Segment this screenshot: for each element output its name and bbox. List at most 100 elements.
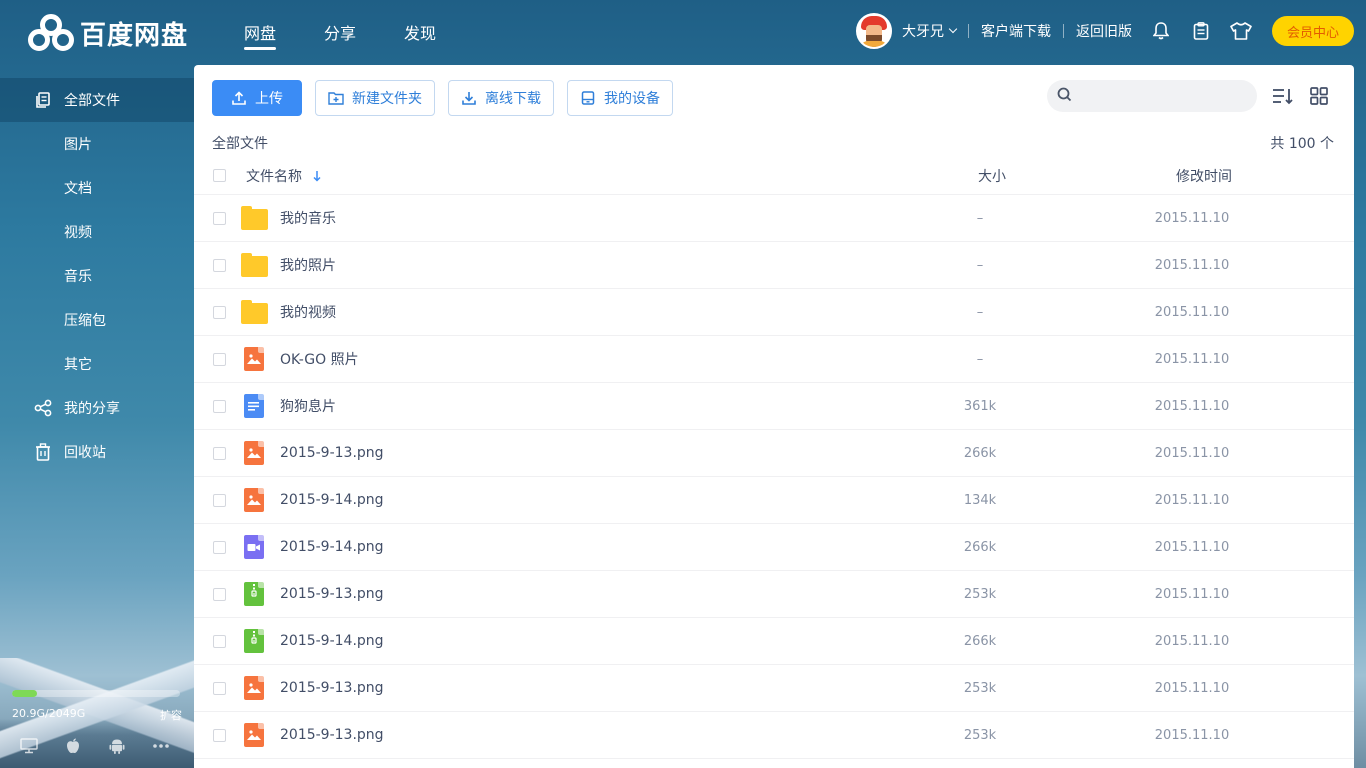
- name-column-header[interactable]: 文件名称: [246, 166, 886, 186]
- table-row[interactable]: 2015-9-14.png 266k 2015.11.10: [194, 618, 1354, 665]
- vip-center-button[interactable]: 会员中心: [1272, 16, 1354, 46]
- sidebar-item-music[interactable]: 音乐: [0, 254, 194, 298]
- table-row[interactable]: OK-GO 照片 – 2015.11.10: [194, 336, 1354, 383]
- grid-view-icon[interactable]: [1308, 85, 1330, 107]
- file-name-cell[interactable]: 狗狗息片: [240, 394, 880, 418]
- file-name-cell[interactable]: 我的音乐: [240, 205, 880, 230]
- new-folder-button[interactable]: 新建文件夹: [315, 80, 435, 116]
- row-checkbox[interactable]: [213, 493, 226, 507]
- upload-label: 上传: [255, 91, 283, 107]
- file-name-cell[interactable]: 2015-9-13.png: [240, 441, 880, 465]
- storage-meter: 20.9G/2049G 扩容: [12, 690, 182, 723]
- table-row[interactable]: 我的照片 – 2015.11.10: [194, 242, 1354, 289]
- row-checkbox[interactable]: [213, 540, 226, 554]
- desktop-icon[interactable]: [20, 738, 38, 754]
- offline-download-label: 离线下载: [485, 91, 541, 107]
- file-name-cell[interactable]: 2015-9-13.png: [240, 723, 880, 747]
- file-name[interactable]: 2015-9-13.png: [280, 445, 384, 461]
- file-name[interactable]: 2015-9-13.png: [280, 680, 384, 696]
- file-name[interactable]: 我的音乐: [280, 208, 336, 228]
- sidebar-item-my-shares[interactable]: 我的分享: [0, 386, 194, 430]
- nav-tab-discover[interactable]: 发现: [404, 20, 436, 50]
- upload-button[interactable]: 上传: [212, 80, 302, 116]
- client-download-link[interactable]: 客户端下载: [981, 21, 1051, 41]
- file-size: 253k: [963, 727, 997, 743]
- back-to-old-version-link[interactable]: 返回旧版: [1076, 21, 1132, 41]
- chevron-down-icon[interactable]: [948, 24, 958, 34]
- file-name[interactable]: 2015-9-13.png: [280, 586, 384, 602]
- bell-icon[interactable]: [1150, 20, 1172, 42]
- file-name-cell[interactable]: 我的照片: [240, 252, 880, 277]
- file-name-cell[interactable]: 2015-9-13.png: [240, 676, 880, 700]
- row-checkbox[interactable]: [213, 681, 226, 695]
- tshirt-icon[interactable]: [1230, 20, 1252, 42]
- row-checkbox[interactable]: [213, 352, 226, 366]
- table-row[interactable]: 我的视频 – 2015.11.10: [194, 289, 1354, 336]
- expand-storage-link[interactable]: 扩容: [160, 707, 182, 723]
- row-checkbox[interactable]: [213, 305, 226, 319]
- table-row[interactable]: 2015-9-14.png 266k 2015.11.10: [194, 524, 1354, 571]
- clipboard-icon[interactable]: [1190, 20, 1212, 42]
- search-input[interactable]: [1080, 88, 1240, 104]
- file-modified-time: 2015.11.10: [1154, 539, 1230, 555]
- row-checkbox[interactable]: [213, 258, 226, 272]
- logo[interactable]: 百度网盘: [28, 14, 188, 52]
- table-row[interactable]: 2015-9-13.png 253k 2015.11.10: [194, 571, 1354, 618]
- sidebar-item-recycle-bin[interactable]: 回收站: [0, 430, 194, 474]
- size-column-header[interactable]: 大小: [932, 166, 1052, 186]
- sidebar-item-other[interactable]: 其它: [0, 342, 194, 386]
- row-checkbox[interactable]: [213, 211, 226, 225]
- table-row[interactable]: 2015-9-14.png 134k 2015.11.10: [194, 477, 1354, 524]
- row-checkbox[interactable]: [213, 587, 226, 601]
- sidebar-item-videos[interactable]: 视频: [0, 210, 194, 254]
- file-name-cell[interactable]: OK-GO 照片: [240, 347, 880, 371]
- file-name[interactable]: 我的照片: [280, 255, 336, 275]
- file-name-cell[interactable]: 2015-9-13.png: [240, 582, 880, 606]
- avatar[interactable]: [856, 13, 892, 49]
- sidebar-item-images[interactable]: 图片: [0, 122, 194, 166]
- table-row[interactable]: 2015-9-13.png 266k 2015.11.10: [194, 430, 1354, 477]
- my-devices-button[interactable]: 我的设备: [567, 80, 673, 116]
- file-name[interactable]: 2015-9-14.png: [280, 492, 384, 508]
- user-name[interactable]: 大牙兄: [902, 21, 944, 41]
- nav-tab-share[interactable]: 分享: [324, 20, 356, 50]
- logo-text: 百度网盘: [80, 20, 189, 51]
- file-name[interactable]: 2015-9-14.png: [280, 633, 384, 649]
- table-row[interactable]: 2015-9-13.png 253k 2015.11.10: [194, 665, 1354, 712]
- android-icon[interactable]: [108, 738, 126, 754]
- file-name-cell[interactable]: 2015-9-14.png: [240, 629, 880, 653]
- nav-tab-netdisk[interactable]: 网盘: [244, 20, 277, 50]
- file-rows: 我的音乐 – 2015.11.10 我的照片 – 2015.11.10 我的视频 – 2015.…: [194, 195, 1354, 759]
- sort-arrow-down-icon[interactable]: [312, 170, 322, 182]
- table-row[interactable]: 狗狗息片 361k 2015.11.10: [194, 383, 1354, 430]
- sidebar-item-archives[interactable]: 压缩包: [0, 298, 194, 342]
- file-size: 134k: [963, 492, 997, 508]
- row-checkbox[interactable]: [213, 399, 226, 413]
- file-name[interactable]: 2015-9-13.png: [280, 727, 384, 743]
- row-checkbox[interactable]: [213, 728, 226, 742]
- more-icon[interactable]: [152, 738, 170, 754]
- file-name-cell[interactable]: 我的视频: [240, 299, 880, 324]
- search-box[interactable]: [1047, 80, 1257, 112]
- time-column-header[interactable]: 修改时间: [1114, 166, 1294, 186]
- file-name-cell[interactable]: 2015-9-14.png: [240, 535, 880, 559]
- file-name-cell[interactable]: 2015-9-14.png: [240, 488, 880, 512]
- sidebar-item-documents[interactable]: 文档: [0, 166, 194, 210]
- select-all-checkbox[interactable]: [213, 169, 226, 182]
- row-checkbox[interactable]: [213, 446, 226, 460]
- file-name[interactable]: 狗狗息片: [280, 396, 336, 416]
- table-row[interactable]: 2015-9-13.png 253k 2015.11.10: [194, 712, 1354, 759]
- offline-download-button[interactable]: 离线下载: [448, 80, 554, 116]
- sidebar-item-all-files[interactable]: 全部文件: [0, 78, 194, 122]
- breadcrumb[interactable]: 全部文件: [212, 133, 268, 153]
- table-row[interactable]: 我的音乐 – 2015.11.10: [194, 195, 1354, 242]
- sort-list-icon[interactable]: [1272, 85, 1294, 107]
- top-header: 百度网盘 网盘 分享 发现 大牙兄 客户端下载 返回旧版 会员中心: [0, 0, 1366, 64]
- file-size: 253k: [963, 680, 997, 696]
- file-name[interactable]: OK-GO 照片: [280, 349, 359, 369]
- apple-icon[interactable]: [64, 738, 82, 754]
- row-checkbox[interactable]: [213, 634, 226, 648]
- file-name[interactable]: 2015-9-14.png: [280, 539, 384, 555]
- file-name[interactable]: 我的视频: [280, 302, 336, 322]
- user-area: 大牙兄 客户端下载 返回旧版 会员中心: [856, 13, 1354, 49]
